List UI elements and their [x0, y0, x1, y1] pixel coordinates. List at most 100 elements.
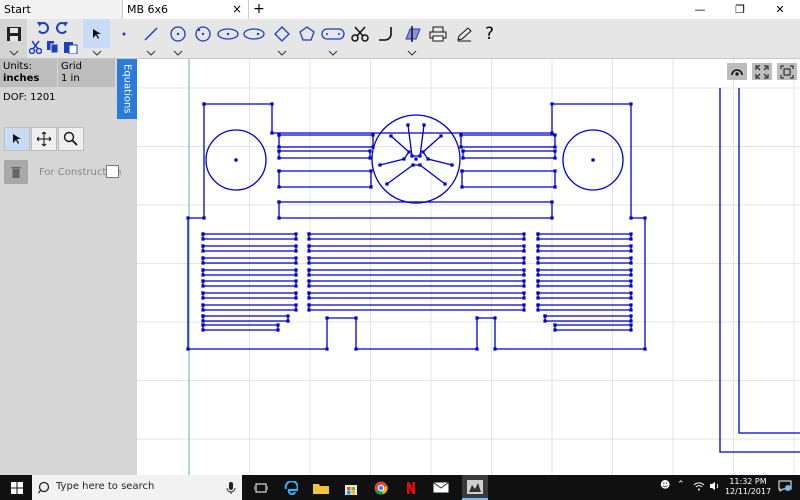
store-icon	[345, 484, 357, 495]
slot-icon	[320, 27, 345, 40]
copy-button[interactable]	[46, 40, 59, 57]
sketch-drawing[interactable]	[137, 59, 800, 475]
help-button[interactable]: ?	[476, 19, 503, 48]
close-window-button[interactable]: ✕	[760, 0, 800, 19]
chevron-down-icon	[92, 50, 101, 56]
zoom-fit-button[interactable]	[752, 63, 772, 80]
ellipse-arc-tool[interactable]	[240, 19, 267, 48]
volume-icon[interactable]	[709, 481, 721, 494]
sketch-points	[186, 102, 647, 351]
task-view-icon	[254, 483, 268, 492]
select-tool[interactable]	[83, 19, 110, 48]
draw-tool[interactable]	[450, 19, 477, 48]
new-tab-button[interactable]: +	[252, 0, 266, 18]
units-box[interactable]: Units: inches	[0, 59, 57, 87]
diamond-icon	[273, 25, 290, 42]
pan-mode-button[interactable]	[31, 127, 57, 151]
slot-tool[interactable]	[319, 19, 346, 48]
search-icon	[38, 481, 50, 494]
ellipse-tool[interactable]	[214, 19, 241, 48]
store-button[interactable]	[338, 475, 364, 500]
for-construction-checkbox[interactable]	[106, 165, 119, 178]
search-input[interactable]: Type here to search	[56, 481, 154, 492]
minimize-button[interactable]: —	[680, 0, 720, 19]
slot-dropdown[interactable]	[319, 48, 346, 58]
title-bar: Start MB 6x6 × + — ❐ ✕	[0, 0, 800, 19]
trim-tool[interactable]	[346, 19, 373, 48]
file-explorer-button[interactable]	[308, 475, 334, 500]
fullscreen-button[interactable]	[777, 63, 797, 80]
regular-polygon-tool[interactable]	[293, 19, 320, 48]
grid-lines	[137, 59, 800, 475]
point-tool[interactable]	[110, 19, 137, 48]
clock-time: 11:32 PM	[729, 477, 767, 486]
cut-button[interactable]	[28, 40, 43, 57]
tab-start[interactable]: Start	[0, 0, 122, 19]
line-dropdown[interactable]	[137, 48, 164, 58]
paste-button[interactable]	[63, 40, 78, 57]
tab-document[interactable]: MB 6x6 ×	[122, 0, 249, 19]
move-icon	[36, 131, 52, 147]
clock[interactable]: 11:32 PM 12/11/2017	[724, 477, 772, 497]
line-icon	[144, 27, 157, 40]
constraint-dropdown[interactable]	[398, 48, 425, 58]
constraint-tool[interactable]	[398, 19, 425, 48]
select-mode-button[interactable]	[4, 127, 30, 151]
pointer-icon	[92, 28, 101, 39]
chrome-button[interactable]	[368, 475, 394, 500]
notifications-icon[interactable]	[778, 480, 792, 495]
tab-document-label: MB 6x6	[127, 3, 169, 16]
people-icon[interactable]: ☻	[660, 480, 670, 491]
tab-close-icon[interactable]: ×	[232, 0, 242, 19]
taskbar-search[interactable]: Type here to search	[32, 475, 242, 500]
trash-icon	[11, 167, 21, 178]
edge-button[interactable]	[278, 475, 304, 500]
tray-chevron-up-icon[interactable]: ⌃	[677, 480, 685, 490]
line-tool[interactable]	[137, 19, 164, 48]
microphone-icon	[226, 482, 236, 494]
zoom-mode-button[interactable]	[58, 127, 84, 151]
mail-button[interactable]	[428, 475, 454, 500]
restore-button[interactable]: ❐	[720, 0, 760, 19]
sketch-app-button[interactable]	[462, 475, 488, 500]
windows-icon	[11, 481, 23, 494]
view-visibility-button[interactable]	[727, 63, 747, 80]
sketch-canvas[interactable]	[137, 59, 800, 475]
magnifier-icon	[63, 131, 78, 146]
circle-dropdown[interactable]	[164, 48, 191, 58]
clock-date: 12/11/2017	[724, 487, 772, 496]
circle-tool[interactable]	[164, 19, 191, 48]
chrome-icon	[374, 481, 388, 495]
netflix-button[interactable]	[398, 475, 424, 500]
circle-icon	[169, 25, 186, 42]
undo-icon	[37, 22, 49, 34]
task-view-button[interactable]	[248, 475, 274, 500]
grid-box[interactable]: Grid 1 in	[58, 59, 115, 87]
redo-icon	[56, 22, 68, 34]
polygon-dropdown[interactable]	[268, 48, 295, 58]
save-icon	[6, 26, 21, 41]
wifi-icon[interactable]	[693, 481, 705, 494]
equations-tab[interactable]: Equations	[117, 59, 137, 119]
save-group	[0, 19, 27, 58]
undo-button[interactable]	[36, 21, 50, 38]
folder-icon	[313, 483, 329, 494]
taskbar: Type here to search ☻ ⌃ 11:32 PM 12/11/2…	[0, 475, 800, 500]
paste-icon	[64, 42, 78, 55]
scissors-icon	[28, 40, 43, 55]
dof-readout: DOF: 1201	[3, 92, 56, 103]
delete-button[interactable]	[4, 160, 28, 184]
netflix-icon	[407, 481, 415, 494]
redo-button[interactable]	[55, 21, 69, 38]
units-label: Units:	[3, 61, 32, 72]
fillet-tool[interactable]	[372, 19, 399, 48]
save-button[interactable]	[0, 19, 27, 48]
print-button[interactable]	[424, 19, 451, 48]
polygon-tool[interactable]	[268, 19, 295, 48]
sketch-geometry	[187, 88, 800, 453]
save-dropdown[interactable]	[0, 48, 27, 58]
arc-tool[interactable]	[189, 19, 216, 48]
select-dropdown[interactable]	[83, 48, 110, 58]
constraint-icon	[404, 25, 421, 42]
start-button[interactable]	[4, 475, 30, 500]
